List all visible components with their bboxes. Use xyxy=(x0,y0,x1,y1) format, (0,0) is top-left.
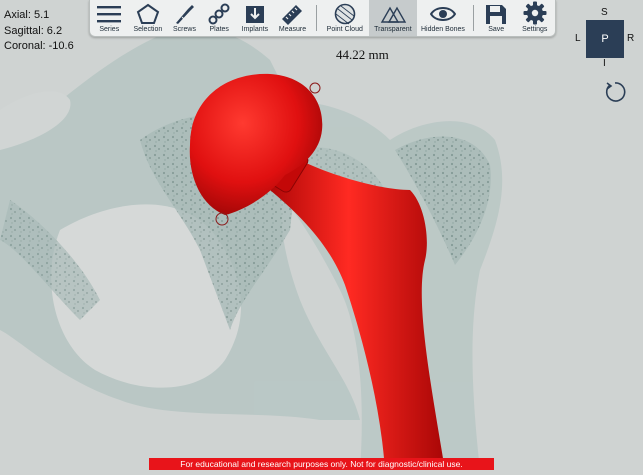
axial-coordinate: Axial: 5.1 xyxy=(4,9,50,21)
toolbar-divider xyxy=(472,5,474,31)
measurement-value: 44.22 mm xyxy=(336,47,389,62)
slice-coordinates: Axial: 5.1 Sagittal: 6.2 Coronal: -10.6 xyxy=(4,8,74,55)
hip-3d-scene[interactable] xyxy=(0,0,643,470)
orientation-bottom-label: I xyxy=(603,58,606,69)
pentagon-selection-icon xyxy=(136,3,160,24)
screws-button[interactable]: Screws xyxy=(167,0,202,36)
download-implant-icon xyxy=(245,6,264,23)
toolbar-divider xyxy=(315,5,317,31)
disclaimer-banner: For educational and research purposes on… xyxy=(149,458,494,470)
coronal-coordinate: Coronal: -10.6 xyxy=(4,40,74,52)
plates-label: Plates xyxy=(209,26,229,33)
orientation-top-label: S xyxy=(601,7,608,18)
orientation-cube[interactable]: S L P R I xyxy=(574,6,638,70)
transparent-button[interactable]: Transparent xyxy=(368,0,417,36)
settings-button[interactable]: Settings xyxy=(515,0,555,36)
measure-label: Measure xyxy=(278,26,307,33)
reset-rotation-button[interactable] xyxy=(603,80,627,104)
settings-label: Settings xyxy=(522,26,548,33)
implants-button[interactable]: Implants xyxy=(237,0,274,36)
transparent-icon xyxy=(380,6,407,23)
save-button[interactable]: Save xyxy=(478,0,515,36)
ruler-icon xyxy=(282,5,303,25)
hidden-bones-label: Hidden Bones xyxy=(420,26,465,33)
point-cloud-button[interactable]: Point Cloud xyxy=(321,0,369,36)
series-label: Series xyxy=(99,26,120,33)
point-cloud-icon xyxy=(334,3,356,25)
main-toolbar: Series Selection Screws Plates Implants … xyxy=(89,0,556,37)
3d-viewport[interactable] xyxy=(0,0,643,470)
measure-button[interactable]: Measure xyxy=(273,0,312,36)
orientation-right-label: R xyxy=(627,33,635,44)
eye-icon xyxy=(429,7,456,21)
selection-button[interactable]: Selection xyxy=(129,0,168,36)
point-cloud-label: Point Cloud xyxy=(326,26,363,33)
save-label: Save xyxy=(488,26,505,33)
gear-icon xyxy=(523,1,547,25)
list-icon xyxy=(97,6,122,23)
hidden-bones-button[interactable]: Hidden Bones xyxy=(417,0,469,36)
screws-label: Screws xyxy=(173,26,196,33)
sagittal-coordinate: Sagittal: 6.2 xyxy=(4,24,63,37)
save-disk-icon xyxy=(486,5,507,24)
rotate-icon xyxy=(605,82,626,102)
orientation-center[interactable]: P xyxy=(586,20,624,58)
plates-button[interactable]: Plates xyxy=(202,0,237,36)
selection-label: Selection xyxy=(133,26,163,33)
series-button[interactable]: Series xyxy=(90,0,129,36)
scalpel-icon xyxy=(176,5,195,24)
transparent-label: Transparent xyxy=(374,26,412,33)
orientation-left-label: L xyxy=(575,33,581,44)
implants-label: Implants xyxy=(241,26,269,33)
chain-plate-icon xyxy=(208,3,230,25)
